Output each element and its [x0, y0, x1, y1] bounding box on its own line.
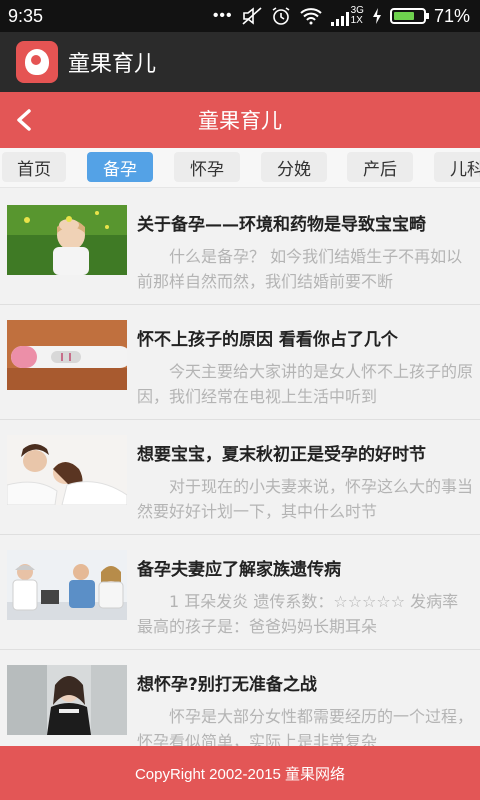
tab-label: 儿科	[450, 159, 480, 180]
article-title: 想要宝宝，夏末秋初正是受孕的好时节	[137, 445, 426, 465]
chevron-left-icon	[17, 109, 31, 131]
alarm-icon	[272, 7, 290, 25]
app-title: 童果育儿	[68, 52, 157, 77]
app-header: 童果育儿	[0, 32, 480, 92]
charging-icon	[372, 8, 381, 24]
article-item[interactable]: 关于备孕——环境和药物是导致宝宝畸 什么是备孕？ 如今我们结婚生子不再如以前那样…	[0, 190, 480, 305]
tab-delivery[interactable]: 分娩	[261, 152, 327, 182]
article-title: 关于备孕——环境和药物是导致宝宝畸	[137, 215, 426, 235]
article-item[interactable]: 怀不上孩子的原因 看看你占了几个 今天主要给大家讲的是女人怀不上孩子的原因，我们…	[0, 305, 480, 420]
article-title: 备孕夫妻应了解家族遗传病	[137, 560, 341, 580]
tab-label: 产后	[363, 159, 397, 180]
child-on-grass-image	[7, 205, 127, 275]
article-desc: 怀孕是大部分女性都需要经历的一个过程，怀孕看似简单，实际上是非常复杂	[137, 707, 473, 746]
more-icon: •••	[212, 7, 233, 24]
article-title: 怀不上孩子的原因 看看你占了几个	[137, 330, 398, 350]
status-icons: ••• 3G 1X 71%	[213, 6, 470, 27]
network-subtype: 1X	[350, 15, 363, 26]
baby-logo-icon	[16, 41, 58, 83]
pregnancy-test-image	[7, 320, 127, 390]
tab-pediatrics[interactable]: 儿科	[434, 152, 480, 182]
article-title: 想怀孕?别打无准备之战	[137, 675, 317, 695]
tab-postpartum[interactable]: 产后	[347, 152, 413, 182]
article-list: 关于备孕——环境和药物是导致宝宝畸 什么是备孕？ 如今我们结婚生子不再如以前那样…	[0, 190, 480, 746]
footer: CopyRight 2002-2015 童果网络	[0, 746, 480, 800]
battery-icon	[389, 8, 429, 24]
tab-label: 备孕	[103, 159, 137, 180]
article-desc: 今天主要给大家讲的是女人怀不上孩子的原因，我们经常在电视上生活中听到	[137, 362, 473, 406]
status-time: 9:35	[8, 5, 44, 26]
article-item[interactable]: 想要宝宝，夏末秋初正是受孕的好时节 对于现在的小夫妻来说，怀孕这么大的事当然要好…	[0, 420, 480, 535]
title-bar: 童果育儿	[0, 92, 480, 148]
article-item[interactable]: 备孕夫妻应了解家族遗传病 1 耳朵发炎 遗传系数：☆☆☆☆☆ 发病率最高的孩子是…	[0, 535, 480, 650]
article-item[interactable]: 想怀孕?别打无准备之战 怀孕是大部分女性都需要经历的一个过程，怀孕看似简单，实际…	[0, 650, 480, 746]
back-button[interactable]	[8, 104, 40, 136]
tab-pregnancy[interactable]: 怀孕	[174, 152, 240, 182]
tab-label: 首页	[17, 159, 51, 180]
status-bar: 9:35 ••• 3G 1X 71%	[0, 0, 480, 32]
doctor-consultation-image	[7, 550, 127, 620]
tab-label: 怀孕	[190, 159, 224, 180]
article-desc: 什么是备孕？ 如今我们结婚生子不再如以前那样自然而然，我们结婚前要不断	[137, 247, 463, 291]
signal-icon: 3G 1X	[330, 6, 364, 26]
article-desc: 对于现在的小夫妻来说，怀孕这么大的事当然要好好计划一下，其中什么时节	[137, 477, 473, 521]
tab-label: 分娩	[277, 159, 311, 180]
couple-lying-image	[7, 435, 127, 505]
tab-preconception[interactable]: 备孕	[87, 152, 153, 182]
category-tabs: 首页 备孕 怀孕 分娩 产后 儿科	[0, 148, 480, 188]
wifi-icon	[299, 8, 322, 25]
page-title: 童果育儿	[198, 109, 282, 133]
pregnant-woman-image	[7, 665, 127, 735]
article-desc: 1 耳朵发炎 遗传系数：☆☆☆☆☆ 发病率最高的孩子是：爸爸妈妈长期耳朵	[137, 592, 459, 636]
mute-icon	[242, 7, 262, 25]
battery-percent: 71%	[433, 5, 470, 26]
copyright-text: CopyRight 2002-2015 童果网络	[134, 765, 346, 783]
tab-home[interactable]: 首页	[2, 152, 66, 182]
